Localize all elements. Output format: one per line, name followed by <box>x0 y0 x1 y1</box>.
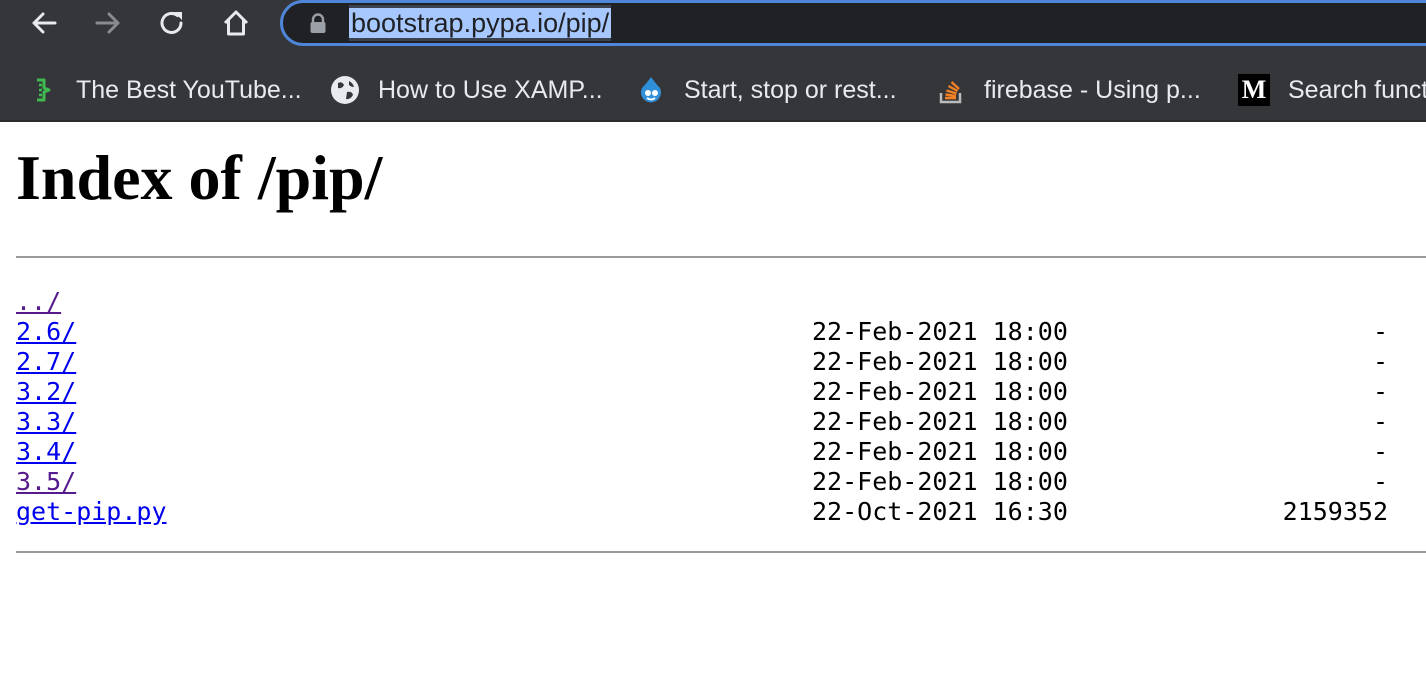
lock-icon <box>310 13 326 33</box>
directory-link[interactable]: 2.6/ <box>16 317 76 347</box>
file-size: - <box>1372 467 1388 496</box>
file-size: - <box>1372 377 1388 406</box>
address-bar[interactable]: bootstrap.pypa.io/pip/ <box>280 0 1426 46</box>
modified-date: 22-Feb-2021 18:00 <box>812 347 1068 376</box>
bookmark-label: Start, stop or rest... <box>684 75 897 104</box>
arrow-left-icon <box>32 12 57 34</box>
bookmark-medium[interactable]: M Search funct <box>1238 72 1426 108</box>
bookmark-xampp[interactable]: How to Use XAMP... <box>330 72 603 108</box>
home-icon <box>223 10 249 36</box>
bookmark-label: The Best YouTube... <box>76 75 302 104</box>
file-link[interactable]: get-pip.py <box>16 497 167 527</box>
bookmark-drupal[interactable]: Start, stop or rest... <box>636 72 897 108</box>
listing-row-parent: ../ <box>16 287 1426 317</box>
bottom-divider <box>16 551 1426 553</box>
listing-row: get-pip.py 22-Oct-2021 16:30 2159352 <box>16 497 1426 527</box>
file-size: 2159352 <box>1282 497 1388 526</box>
url-text[interactable]: bootstrap.pypa.io/pip/ <box>349 5 612 41</box>
bookmark-label: firebase - Using p... <box>984 75 1201 104</box>
listing-row: 3.3/ 22-Feb-2021 18:00 - <box>16 407 1426 437</box>
listing-row: 3.4/ 22-Feb-2021 18:00 - <box>16 437 1426 467</box>
reload-button[interactable] <box>152 5 192 41</box>
drupal-drop-icon <box>636 75 666 105</box>
bookmark-label: Search funct <box>1288 75 1426 104</box>
bookmark-label: How to Use XAMP... <box>378 75 603 104</box>
modified-date: 22-Feb-2021 18:00 <box>812 437 1068 466</box>
modified-date: 22-Oct-2021 16:30 <box>812 497 1068 526</box>
listing-row: 2.7/ 22-Feb-2021 18:00 - <box>16 347 1426 377</box>
page-title: Index of /pip/ <box>16 142 383 213</box>
file-size: - <box>1372 407 1388 436</box>
directory-link[interactable]: 3.4/ <box>16 437 76 467</box>
stack-overflow-icon <box>936 75 966 105</box>
reload-icon <box>160 12 183 34</box>
forward-button[interactable] <box>88 5 128 41</box>
top-divider <box>16 256 1426 258</box>
directory-link[interactable]: 3.3/ <box>16 407 76 437</box>
listing-row: 3.5/ 22-Feb-2021 18:00 - <box>16 467 1426 497</box>
modified-date: 22-Feb-2021 18:00 <box>812 317 1068 346</box>
directory-link[interactable]: 3.2/ <box>16 377 76 407</box>
globe-icon <box>330 75 360 105</box>
modified-date: 22-Feb-2021 18:00 <box>812 407 1068 436</box>
file-size: - <box>1372 347 1388 376</box>
bookmarks-bar: The Best YouTube... How to Use XAMP... S… <box>0 50 1426 122</box>
home-button[interactable] <box>216 5 256 41</box>
listing-row: 3.2/ 22-Feb-2021 18:00 - <box>16 377 1426 407</box>
directory-link[interactable]: 2.7/ <box>16 347 76 377</box>
modified-date: 22-Feb-2021 18:00 <box>812 467 1068 496</box>
medium-m-icon: M <box>1238 74 1270 106</box>
listing-row: 2.6/ 22-Feb-2021 18:00 - <box>16 317 1426 347</box>
parent-directory-link[interactable]: ../ <box>16 287 61 317</box>
bookmark-youtube[interactable]: The Best YouTube... <box>28 72 302 108</box>
directory-link[interactable]: 3.5/ <box>16 467 76 497</box>
file-size: - <box>1372 317 1388 346</box>
browser-toolbar: bootstrap.pypa.io/pip/ <box>0 0 1426 50</box>
bookmark-firebase[interactable]: firebase - Using p... <box>936 72 1201 108</box>
page-content: Index of /pip/ ../ 2.6/ 22-Feb-2021 18:0… <box>0 122 1426 686</box>
green-bracket-icon <box>28 75 58 105</box>
modified-date: 22-Feb-2021 18:00 <box>812 377 1068 406</box>
file-size: - <box>1372 437 1388 466</box>
url-selection: bootstrap.pypa.io/pip/ <box>349 8 612 38</box>
back-button[interactable] <box>24 5 64 41</box>
directory-listing: ../ 2.6/ 22-Feb-2021 18:00 - 2.7/ 22-Feb… <box>16 287 1426 527</box>
arrow-right-icon <box>95 12 120 34</box>
